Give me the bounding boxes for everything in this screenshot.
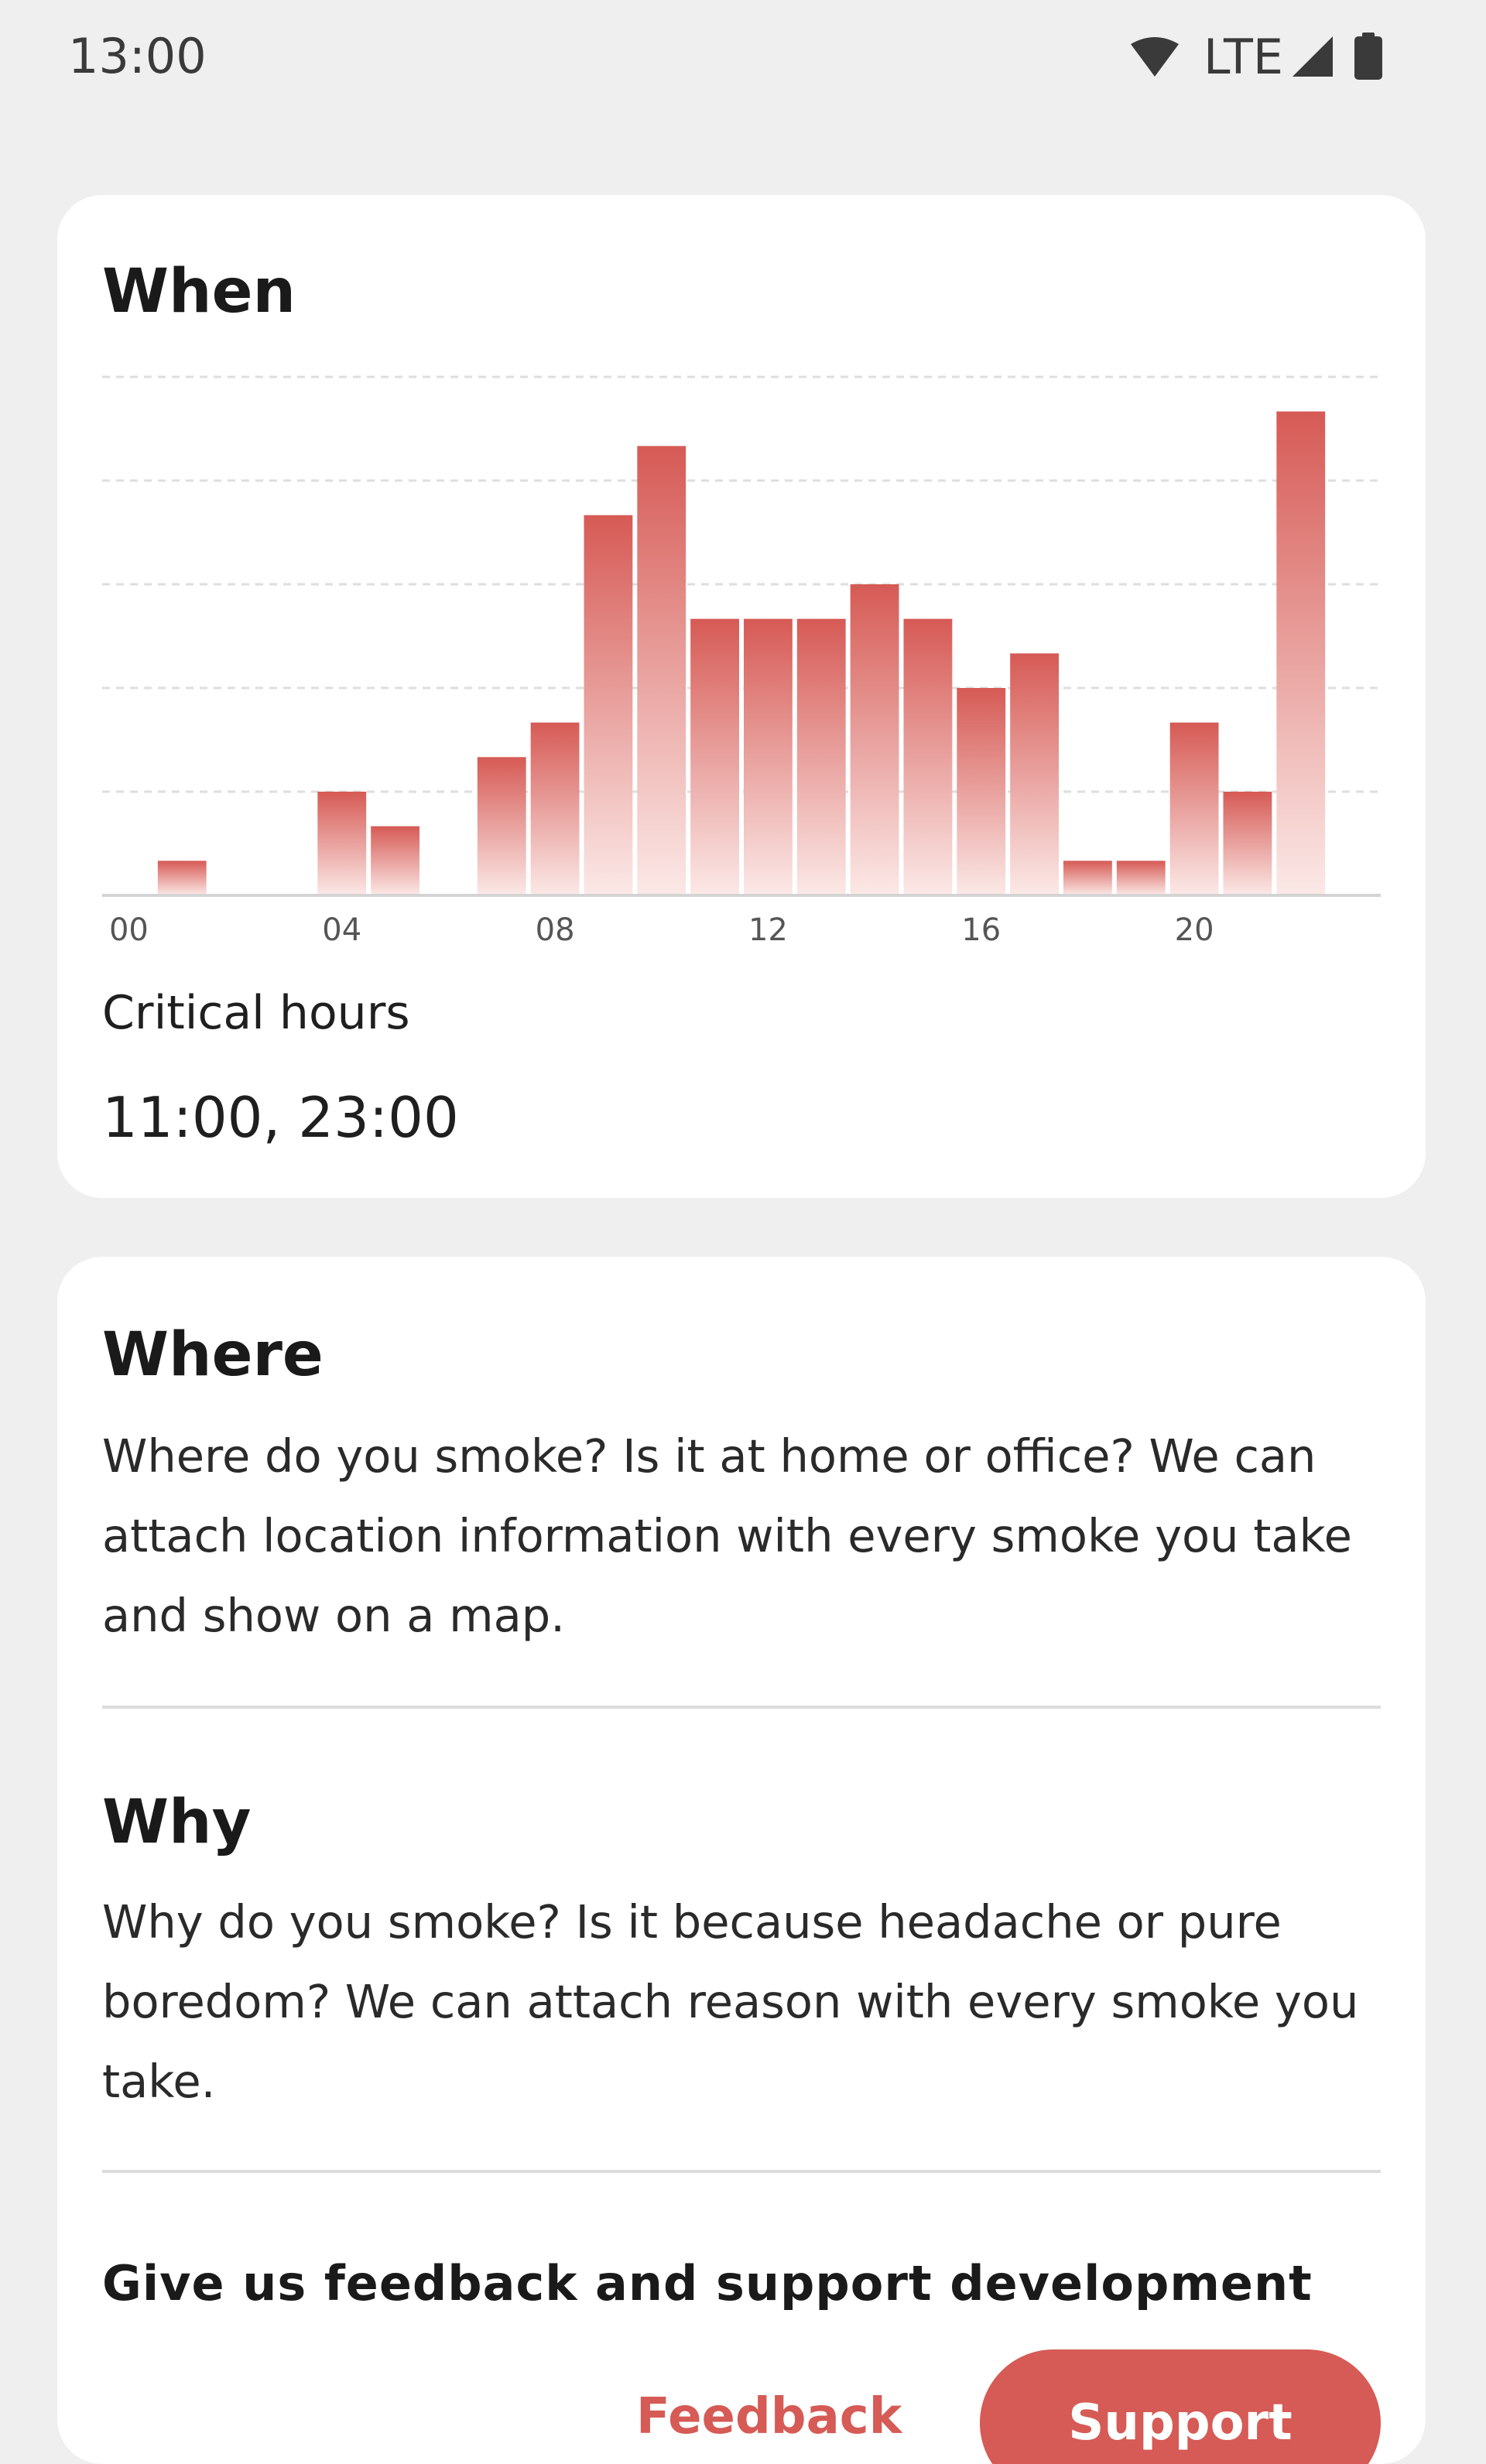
bar-hour-08: [530, 722, 580, 895]
bar-hour-07: [477, 757, 526, 895]
bar-hour-17: [1010, 653, 1059, 895]
feedback-title: Give us feedback and support development: [102, 2255, 1313, 2312]
divider: [102, 1706, 1381, 1709]
x-tick-label: 12: [748, 912, 788, 948]
when-card: When 00 04 08 12 16 20 Critical hours 11:00, …: [57, 195, 1426, 1198]
x-tick-label: 00: [109, 912, 149, 948]
signal-icon: [1293, 36, 1333, 77]
bar-hour-16: [957, 688, 1006, 895]
status-icons: LTE: [1129, 28, 1385, 85]
bar-hour-10: [637, 446, 687, 895]
critical-hours-label: Critical hours: [102, 986, 410, 1040]
hourly-bar-chart: 00 04 08 12 16 20: [102, 375, 1381, 948]
x-tick-label: 08: [536, 912, 575, 948]
bar-hour-18: [1063, 861, 1112, 895]
support-button[interactable]: Support: [980, 2349, 1381, 2464]
bar-hour-19: [1116, 861, 1166, 895]
bar-hour-01: [157, 861, 207, 895]
info-card: Where Where do you smoke? Is it at home …: [57, 1257, 1426, 2464]
bar-hour-13: [796, 618, 846, 895]
x-tick-label: 04: [322, 912, 361, 948]
bar-hour-14: [850, 584, 899, 895]
bar-hour-15: [903, 618, 953, 895]
bar-hour-04: [317, 792, 367, 895]
x-tick-label: 16: [961, 912, 1001, 948]
why-title: Why: [102, 1788, 252, 1857]
bar-hour-20: [1169, 722, 1219, 895]
status-bar: 13:00 LTE: [0, 0, 1486, 116]
where-title: Where: [102, 1320, 324, 1390]
feedback-button[interactable]: Feedback: [636, 2388, 902, 2445]
divider: [102, 2170, 1381, 2173]
why-body: Why do you smoke? Is it because headache…: [102, 1895, 1359, 2108]
battery-icon: [1354, 33, 1382, 80]
bar-hour-11: [690, 618, 739, 895]
bar-hour-12: [744, 618, 793, 895]
critical-hours-value: 11:00, 23:00: [102, 1085, 459, 1150]
x-tick-label: 20: [1175, 912, 1214, 948]
status-time: 13:00: [68, 28, 207, 84]
network-type-label: LTE: [1203, 28, 1283, 85]
bar-hour-05: [371, 826, 419, 895]
where-body: Where do you smoke? Is it at home or off…: [102, 1429, 1352, 1642]
bar-hour-09: [584, 515, 633, 895]
wifi-icon: [1130, 37, 1179, 77]
bar-hour-21: [1223, 792, 1272, 895]
bar-hour-22: [1276, 411, 1326, 895]
